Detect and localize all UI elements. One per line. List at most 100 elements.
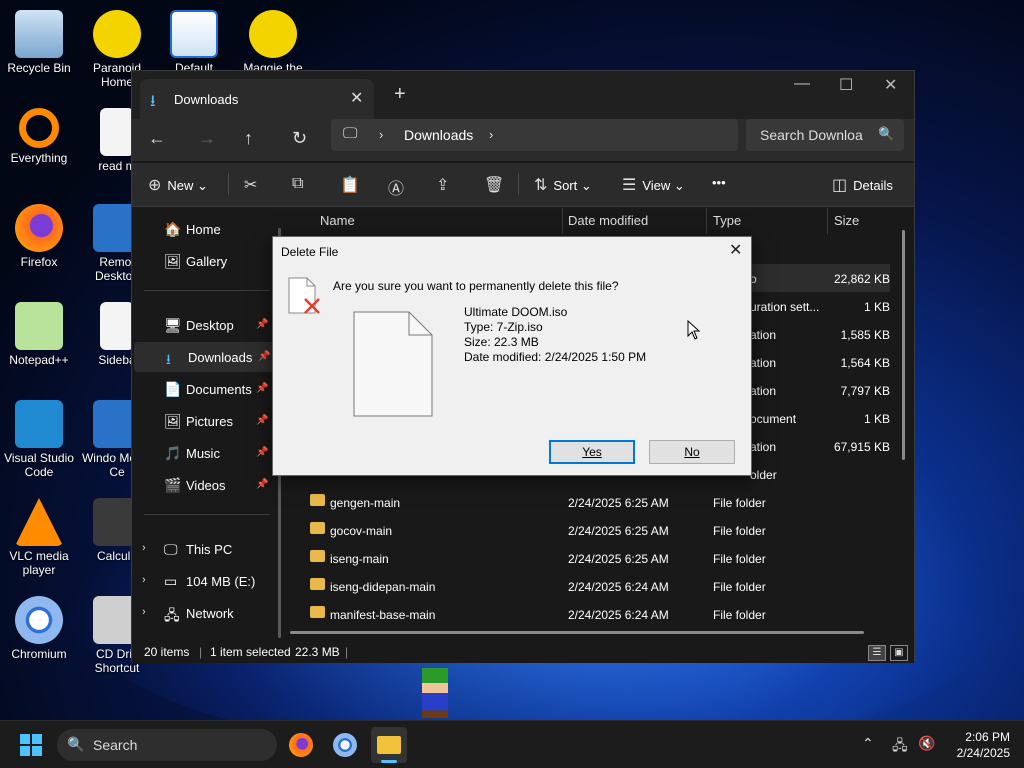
sidebar-item-pictures[interactable]: 🖼 Pictures 📌 xyxy=(132,406,278,436)
column-header-size[interactable]: Size xyxy=(834,213,859,228)
back-arrow-icon[interactable]: ← xyxy=(148,128,166,149)
sidebar-item-desktop[interactable]: 🖥 Desktop 📌 xyxy=(132,310,278,340)
thumbnail-view-icon[interactable]: ▣ xyxy=(890,645,908,661)
file-name: Ultimate DOOM.iso xyxy=(464,305,568,319)
column-header-name[interactable]: Name xyxy=(320,213,355,228)
sidebar-item-drive-e[interactable]: › ▭ 104 MB (E:) xyxy=(132,566,278,596)
search-box[interactable]: Search Downloa 🔍 xyxy=(746,119,904,151)
chevron-right-icon[interactable]: › xyxy=(142,542,146,554)
view-button[interactable]: ☰ View ⌄ xyxy=(622,175,685,195)
chevron-right-icon[interactable]: › xyxy=(489,127,493,142)
refresh-icon[interactable]: ↻ xyxy=(292,128,307,149)
sidebar-item-music[interactable]: 🎵 Music 📌 xyxy=(132,438,278,468)
cell-size: 1 KB xyxy=(863,300,890,314)
taskbar-clock[interactable]: 2:06 PM 2/24/2025 xyxy=(946,729,1010,761)
desktop-icon-everything[interactable]: Everything xyxy=(0,108,78,165)
chevron-right-icon[interactable]: › xyxy=(142,574,146,586)
taskbar-chromium[interactable] xyxy=(327,727,363,763)
sort-icon: ⇅ xyxy=(534,177,548,194)
file-date: Date modified: 2/24/2025 1:50 PM xyxy=(464,350,647,364)
new-button[interactable]: ⊕ New ⌄ xyxy=(148,175,208,195)
desktop-icon-vlc[interactable]: VLC media player xyxy=(0,498,78,577)
table-row[interactable]: manifest-base-main 2/24/2025 6:24 AM Fil… xyxy=(290,600,890,628)
details-button[interactable]: ◫ Details xyxy=(832,175,893,195)
copy-icon[interactable]: ⧉ xyxy=(292,175,309,193)
desktop-icon-label: Notepad++ xyxy=(9,353,69,367)
column-header-date[interactable]: Date modified xyxy=(568,213,648,228)
cell-type: ation xyxy=(750,328,777,342)
rename-icon[interactable]: Ⓐ xyxy=(388,175,410,199)
sidebar-item-videos[interactable]: 🎬 Videos 📌 xyxy=(132,470,278,500)
horizontal-scrollbar[interactable] xyxy=(290,631,864,634)
tab-close-icon[interactable]: ✕ xyxy=(350,88,363,108)
taskbar-file-explorer[interactable] xyxy=(371,727,407,763)
sidebar-item-home[interactable]: 🏠 Home xyxy=(132,214,278,244)
more-options-button[interactable]: ••• xyxy=(712,175,726,190)
sidebar-item-label: Videos xyxy=(186,478,226,493)
sidebar-item-documents[interactable]: 📄 Documents 📌 xyxy=(132,374,278,404)
chevron-right-icon[interactable]: › xyxy=(379,127,383,142)
taskbar: 🔍 Search ⌃ 🖧 🔇 2:06 PM 2/24/2025 xyxy=(0,720,1024,768)
network-icon[interactable]: 🖧 xyxy=(892,735,908,759)
close-icon[interactable]: ✕ xyxy=(729,240,742,260)
notepad-plus-icon xyxy=(15,302,63,350)
no-button[interactable]: No xyxy=(649,440,735,464)
sidebar-item-label: Music xyxy=(186,446,220,461)
vertical-scrollbar[interactable] xyxy=(902,230,905,460)
desktop-icon-recycle-bin[interactable]: Recycle Bin xyxy=(0,10,78,75)
volume-muted-icon[interactable]: 🔇 xyxy=(918,735,935,752)
minimize-icon[interactable]: — xyxy=(794,75,810,93)
taskbar-search[interactable]: 🔍 Search xyxy=(57,729,277,761)
tab-downloads[interactable]: ⭳ Downloads ✕ xyxy=(140,79,374,119)
table-row[interactable]: iseng-main 2/24/2025 6:25 AM File folder xyxy=(290,544,890,572)
breadcrumb-downloads[interactable]: Downloads xyxy=(404,127,473,143)
file-type: Type: 7-Zip.iso xyxy=(464,320,543,334)
up-arrow-icon[interactable]: ↑ xyxy=(244,128,253,149)
table-row[interactable]: gocov-main 2/24/2025 6:25 AM File folder xyxy=(290,516,890,544)
paste-icon[interactable]: 📋 xyxy=(340,175,366,195)
new-tab-button[interactable]: + xyxy=(394,83,406,106)
cut-icon[interactable]: ✂ xyxy=(244,175,263,195)
taskbar-search-label: Search xyxy=(93,737,138,753)
firefox-icon xyxy=(289,733,313,757)
forward-arrow-icon[interactable]: → xyxy=(198,128,216,149)
dialog-question: Are you sure you want to permanently del… xyxy=(333,279,619,293)
desktop-icon-chromium[interactable]: Chromium xyxy=(0,596,78,661)
column-divider[interactable] xyxy=(706,208,707,234)
address-bar[interactable]: 🖵 › Downloads › xyxy=(331,119,738,151)
windows-start-icon[interactable] xyxy=(20,734,42,756)
folder-icon xyxy=(310,606,325,618)
file-size: Size: 22.3 MB xyxy=(464,335,539,349)
desktop-icon-vscode[interactable]: Visual Studio Code xyxy=(0,400,78,479)
share-icon[interactable]: ⇪ xyxy=(436,175,455,195)
maximize-icon[interactable]: ☐ xyxy=(839,75,853,95)
details-view-icon[interactable]: ☰ xyxy=(868,645,886,661)
status-bar: 20 items | 1 item selected 22.3 MB | ☰ ▣ xyxy=(132,639,914,663)
folder-icon xyxy=(310,578,325,590)
close-window-icon[interactable]: ✕ xyxy=(884,75,897,95)
sidebar-item-gallery[interactable]: 🖼 Gallery xyxy=(132,246,278,276)
sort-button[interactable]: ⇅ Sort ⌄ xyxy=(534,175,592,195)
chevron-up-icon[interactable]: ⌃ xyxy=(862,735,874,752)
taskbar-firefox[interactable] xyxy=(283,727,319,763)
pin-icon: 📌 xyxy=(256,383,269,394)
desktop-icon-maggie[interactable]: Maggie the xyxy=(234,10,312,75)
details-label: Details xyxy=(853,178,893,193)
desktop-icon-notepad-plus[interactable]: Notepad++ xyxy=(0,302,78,367)
column-header-type[interactable]: Type xyxy=(713,213,741,228)
column-divider[interactable] xyxy=(827,208,828,234)
pin-icon: 📌 xyxy=(256,447,269,458)
item-count: 20 items xyxy=(144,645,190,659)
folder-icon xyxy=(310,494,325,506)
sidebar-item-downloads[interactable]: ⭳ Downloads 📌 xyxy=(134,342,280,372)
sidebar-item-this-pc[interactable]: › 🖵 This PC xyxy=(132,534,278,564)
yes-button[interactable]: Yes xyxy=(549,440,635,464)
column-divider[interactable] xyxy=(562,208,563,234)
table-row[interactable]: gengen-main 2/24/2025 6:25 AM File folde… xyxy=(290,488,890,516)
chevron-right-icon[interactable]: › xyxy=(142,606,146,618)
desktop-icon-firefox[interactable]: Firefox xyxy=(0,204,78,269)
desktop-icon-default[interactable]: Default xyxy=(155,10,233,75)
delete-icon[interactable]: 🗑 xyxy=(484,175,510,195)
sidebar-item-network[interactable]: › 🖧 Network xyxy=(132,598,278,628)
table-row[interactable]: iseng-didepan-main 2/24/2025 6:24 AM Fil… xyxy=(290,572,890,600)
